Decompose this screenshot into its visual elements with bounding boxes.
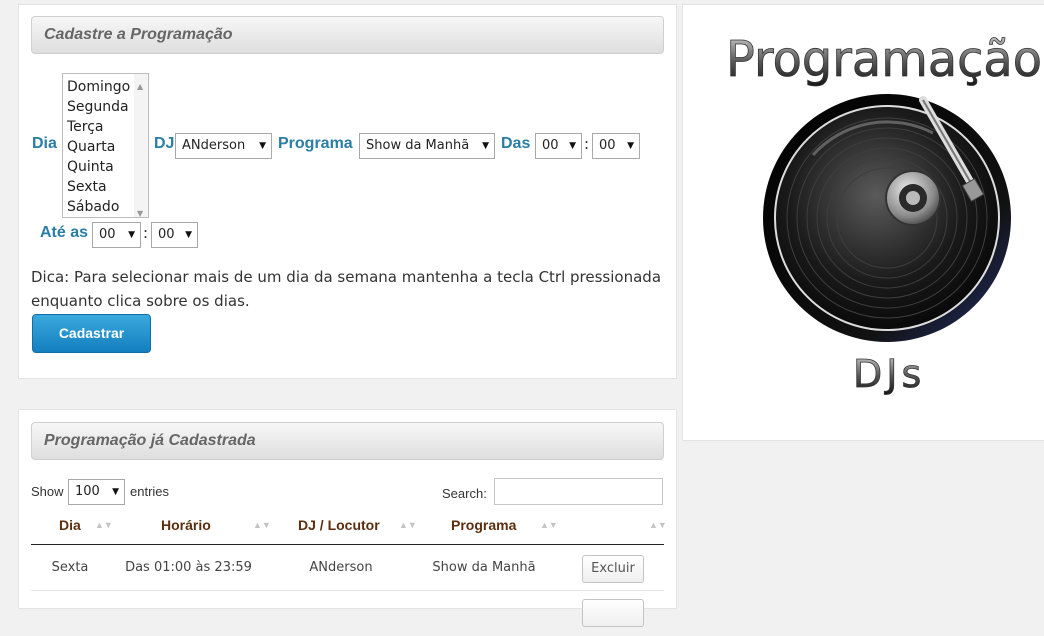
form-panel-header: Cadastre a Programação (31, 16, 664, 54)
chevron-down-icon: ▼ (185, 230, 192, 240)
column-header-label: Programa (451, 517, 517, 533)
logo-subtitle: DJs (853, 352, 925, 396)
chevron-down-icon: ▼ (627, 141, 634, 151)
chevron-down-icon: ▼ (112, 487, 119, 497)
column-header-label: Horário (161, 517, 211, 533)
logo-panel: Programação DJs (682, 4, 1044, 441)
column-header-dia[interactable]: Dia ▲▼ (31, 507, 131, 544)
cell-dia: Sexta (51, 560, 89, 575)
logo-image: Programação DJs (726, 31, 1043, 397)
time-separator: : (143, 224, 149, 242)
chevron-down-icon: ▼ (259, 141, 266, 151)
to-min-value: 00 (158, 227, 175, 242)
program-select[interactable]: Show da Manhã ▼ (359, 133, 495, 159)
search-input[interactable] (494, 478, 663, 505)
time-separator: : (584, 135, 590, 153)
cell-horario: Das 01:00 às 23:59 (125, 560, 252, 575)
program-select-value: Show da Manhã (366, 138, 470, 153)
dj-select[interactable]: ANderson ▼ (175, 133, 272, 159)
entries-select[interactable]: 100 ▼ (68, 479, 125, 505)
sort-icon: ▲▼ (95, 520, 113, 530)
dj-label: DJ (154, 135, 175, 152)
day-label: Dia (32, 135, 57, 152)
show-label: Show (31, 484, 64, 499)
column-header-actions[interactable]: ▲▼ (561, 507, 667, 544)
tip-text: Dica: Para selecionar mais de um dia da … (31, 268, 662, 310)
column-header-horario[interactable]: Horário ▲▼ (131, 507, 271, 544)
entries-label: entries (130, 484, 170, 499)
form-panel: Cadastre a Programação Dia Domingo Segun… (18, 4, 677, 379)
entries-value: 100 (75, 484, 100, 499)
from-hour-select[interactable]: 00 ▼ (535, 133, 582, 159)
cell-dj: ANderson (309, 560, 373, 575)
cell-programa: Show da Manhã (432, 560, 536, 575)
scroll-up-icon[interactable]: ▲ (137, 77, 143, 97)
table-row (31, 591, 664, 636)
program-label: Programa (278, 135, 353, 152)
to-hour-value: 00 (99, 227, 116, 242)
logo-title: Programação (726, 31, 1042, 88)
day-listbox[interactable]: Domingo Segunda Terça Quarta Quinta Sext… (62, 73, 149, 218)
to-min-select[interactable]: 00 ▼ (151, 222, 198, 248)
chevron-down-icon: ▼ (569, 141, 576, 151)
sort-icon: ▲▼ (399, 520, 417, 530)
sort-icon: ▲▼ (540, 520, 558, 530)
list-panel-header: Programação já Cadastrada (31, 422, 664, 460)
sort-icon: ▲▼ (649, 520, 667, 530)
table-header: Dia ▲▼ Horário ▲▼ DJ / Locutor ▲▼ Progra… (31, 507, 667, 545)
table-row: Sexta Das 01:00 às 23:59 ANderson Show d… (31, 546, 664, 591)
to-label: Até as (40, 224, 89, 241)
column-header-programa[interactable]: Programa ▲▼ (421, 507, 561, 544)
from-label: Das (501, 135, 531, 152)
from-min-value: 00 (599, 138, 616, 153)
chevron-down-icon: ▼ (128, 230, 135, 240)
from-hour-value: 00 (542, 138, 559, 153)
search-label: Search: (442, 486, 487, 501)
delete-button[interactable]: Excluir (582, 555, 644, 583)
chevron-down-icon: ▼ (482, 141, 489, 151)
dj-select-value: ANderson (182, 138, 246, 153)
column-header-label: Dia (59, 517, 81, 533)
listbox-scrollbar[interactable]: ▲ ▼ (134, 74, 148, 217)
submit-button[interactable]: Cadastrar (32, 314, 151, 353)
from-min-select[interactable]: 00 ▼ (592, 133, 640, 159)
delete-button[interactable] (582, 599, 644, 627)
column-header-dj[interactable]: DJ / Locutor ▲▼ (271, 507, 421, 544)
column-header-label: DJ / Locutor (298, 517, 380, 533)
list-panel: Programação já Cadastrada Show 100 ▼ ent… (18, 409, 677, 627)
scroll-down-icon[interactable]: ▼ (137, 204, 143, 217)
sort-icon: ▲▼ (253, 520, 271, 530)
to-hour-select[interactable]: 00 ▼ (92, 222, 141, 248)
